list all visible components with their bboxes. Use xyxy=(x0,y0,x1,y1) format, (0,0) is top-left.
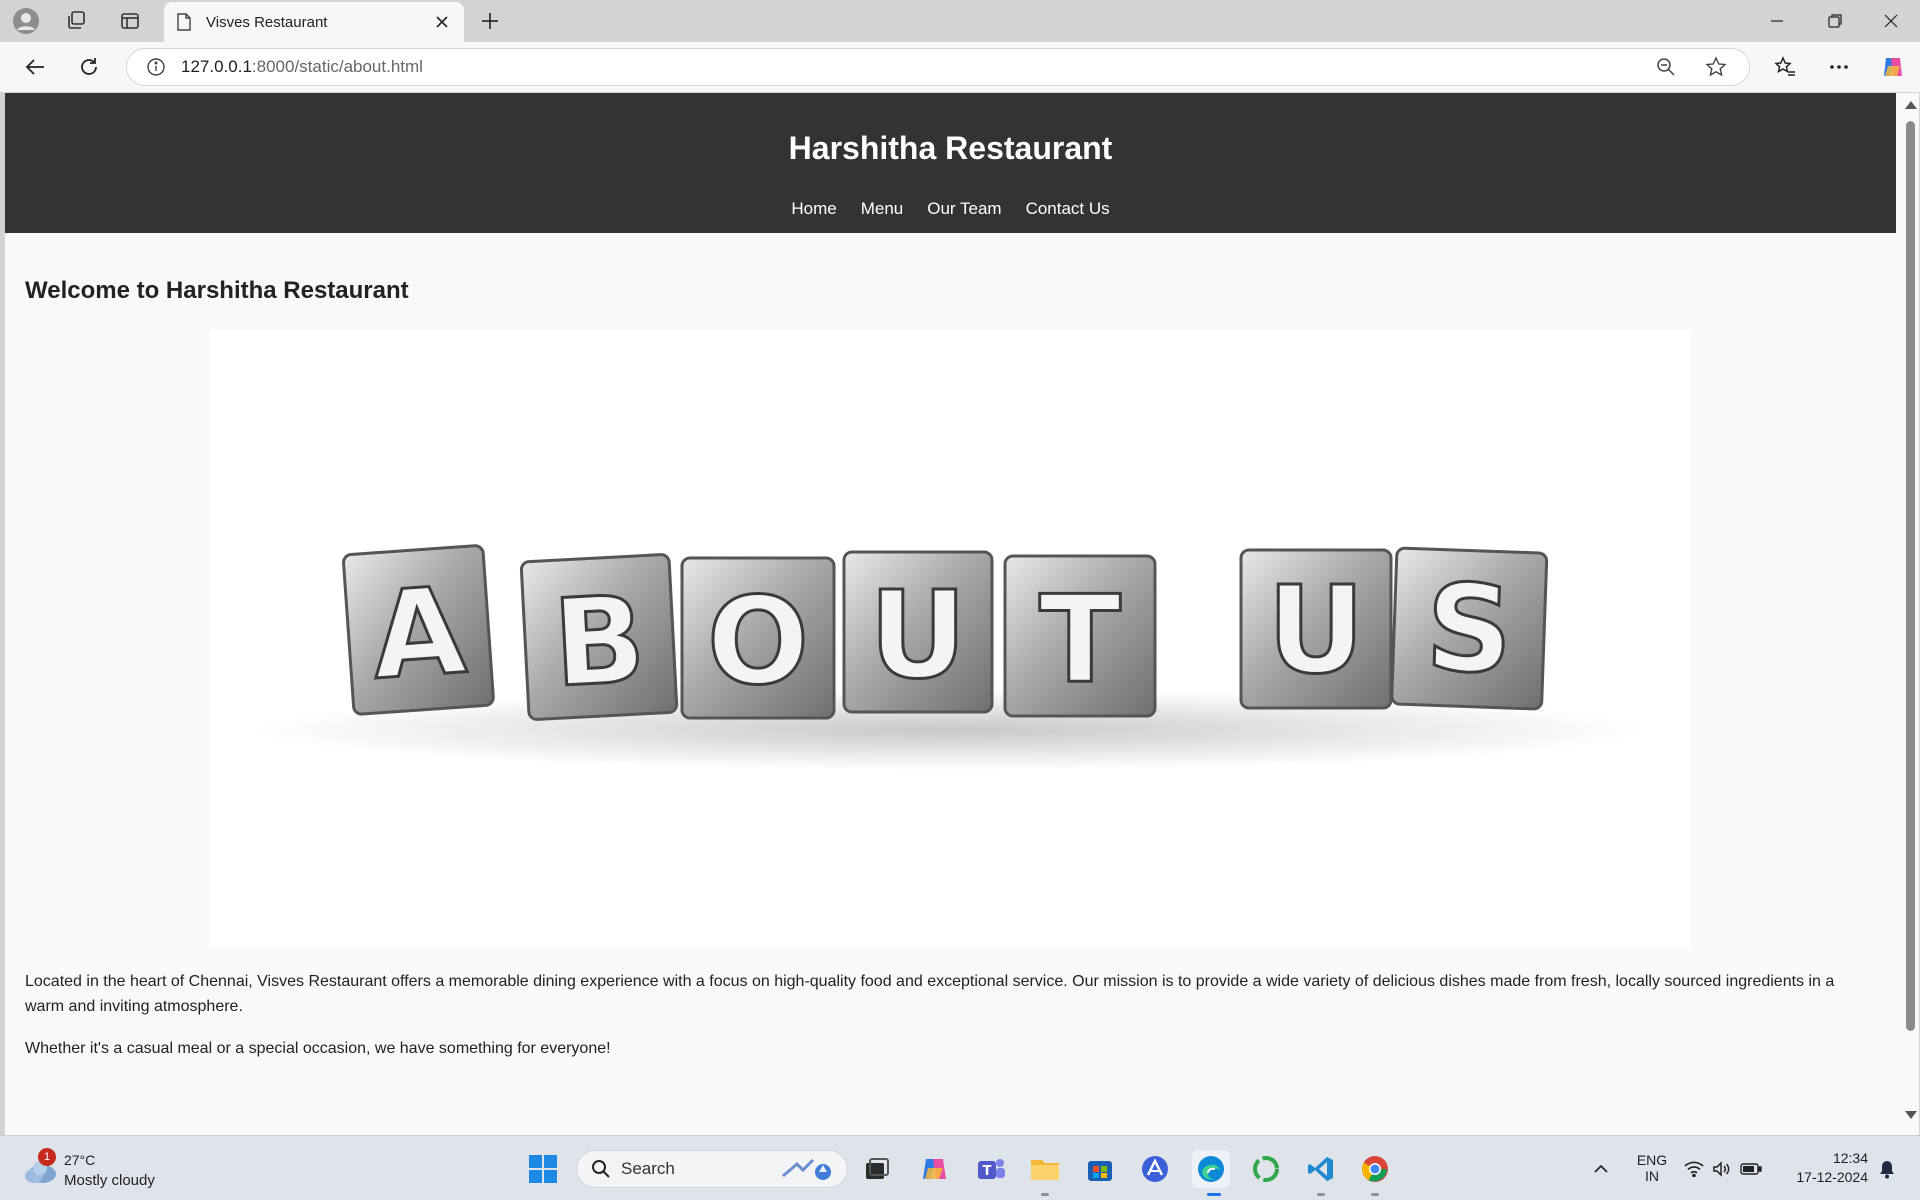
svg-text:U: U xyxy=(1267,562,1364,701)
nav-our-team-link[interactable]: Our Team xyxy=(927,199,1001,219)
nav-contact-us-link[interactable]: Contact Us xyxy=(1026,199,1110,219)
scroll-thumb[interactable] xyxy=(1906,121,1915,1031)
circle-app-icon[interactable] xyxy=(1247,1150,1285,1188)
weather-condition: Mostly cloudy xyxy=(64,1172,155,1189)
windows-taskbar: 1 27°C Mostly cloudy Search T ENG IN 12:… xyxy=(0,1135,1920,1200)
svg-text:U: U xyxy=(869,567,966,706)
browser-tab-strip: Visves Restaurant xyxy=(0,0,1920,42)
file-explorer-icon[interactable] xyxy=(1026,1150,1064,1188)
svg-text:T: T xyxy=(983,1164,992,1179)
minimize-button[interactable] xyxy=(1748,0,1806,42)
about-us-image: A B O U T U S xyxy=(210,330,1691,948)
site-nav: Home Menu Our Team Contact Us xyxy=(5,199,1896,219)
taskbar-search[interactable]: Search xyxy=(576,1150,848,1188)
intro-paragraph: Located in the heart of Chennai, Visves … xyxy=(25,973,1835,1015)
wifi-icon xyxy=(1684,1161,1704,1177)
notification-bell-icon[interactable] xyxy=(1868,1150,1906,1188)
svg-text:O: O xyxy=(707,573,809,712)
new-tab-button[interactable] xyxy=(474,6,506,36)
nav-menu-link[interactable]: Menu xyxy=(861,199,904,219)
weather-widget[interactable]: 1 27°C Mostly cloudy xyxy=(22,1148,172,1192)
volume-icon xyxy=(1712,1161,1732,1177)
copilot-icon[interactable] xyxy=(1876,51,1910,83)
active-indicator xyxy=(1207,1193,1221,1196)
show-hidden-icons-chevron-icon[interactable] xyxy=(1582,1150,1620,1188)
teams-icon[interactable]: T xyxy=(972,1150,1010,1188)
chrome-icon[interactable] xyxy=(1356,1150,1394,1188)
weather-badge: 1 xyxy=(38,1148,56,1166)
running-indicator-vscode xyxy=(1317,1193,1325,1196)
more-options-icon[interactable] xyxy=(1822,51,1856,83)
system-tray-status[interactable] xyxy=(1678,1150,1768,1188)
task-view-icon[interactable] xyxy=(858,1150,896,1188)
site-header: Harshitha Restaurant Home Menu Our Team … xyxy=(5,93,1896,233)
back-button[interactable] xyxy=(18,51,52,83)
page-viewport: Harshitha Restaurant Home Menu Our Team … xyxy=(5,93,1919,1135)
arc-app-icon[interactable] xyxy=(1136,1150,1174,1188)
zoom-out-icon[interactable] xyxy=(1649,52,1683,82)
close-window-button[interactable] xyxy=(1862,0,1920,42)
tab-title: Visves Restaurant xyxy=(206,13,328,31)
about-cubes: A B O U T U S xyxy=(342,544,1549,721)
region-code: IN xyxy=(1645,1168,1659,1184)
language-indicator[interactable]: ENG IN xyxy=(1634,1152,1670,1184)
running-indicator-chrome xyxy=(1371,1193,1379,1196)
clock-time: 12:34 xyxy=(1832,1150,1868,1166)
nav-home-link[interactable]: Home xyxy=(791,199,836,219)
url-text[interactable]: 127.0.0.1:8000/static/about.html xyxy=(181,57,1649,77)
scroll-down-arrow[interactable] xyxy=(1905,1111,1917,1119)
copilot-app-icon[interactable] xyxy=(916,1150,954,1188)
occasion-paragraph: Whether it's a casual meal or a special … xyxy=(25,1040,611,1057)
page-icon xyxy=(176,13,192,31)
svg-text:A: A xyxy=(368,562,470,707)
svg-text:S: S xyxy=(1424,559,1515,701)
browser-toolbar: 127.0.0.1:8000/static/about.html xyxy=(0,42,1920,92)
search-highlight-icon xyxy=(779,1156,837,1182)
workspaces-icon[interactable] xyxy=(60,6,92,36)
svg-text:B: B xyxy=(550,571,649,715)
edge-browser-icon[interactable] xyxy=(1192,1150,1230,1188)
clock[interactable]: 12:34 17-12-2024 xyxy=(1778,1150,1868,1185)
vscode-icon[interactable] xyxy=(1302,1150,1340,1188)
vertical-tabs-icon[interactable] xyxy=(114,6,146,36)
scroll-up-arrow[interactable] xyxy=(1905,101,1917,109)
vertical-scrollbar[interactable] xyxy=(1901,93,1919,1135)
profile-icon[interactable] xyxy=(10,6,42,36)
search-label: Search xyxy=(621,1159,675,1178)
store-icon[interactable] xyxy=(1081,1150,1119,1188)
url-path: :8000/static/about.html xyxy=(251,57,423,76)
close-tab-icon[interactable] xyxy=(432,12,452,32)
battery-icon xyxy=(1740,1162,1762,1176)
language-code: ENG xyxy=(1636,1152,1668,1168)
site-title: Harshitha Restaurant xyxy=(788,130,1113,166)
clock-date: 17-12-2024 xyxy=(1796,1169,1868,1185)
windows-start-icon[interactable] xyxy=(524,1150,562,1188)
tab-visves-restaurant[interactable]: Visves Restaurant xyxy=(164,2,464,42)
svg-text:T: T xyxy=(1039,571,1121,710)
refresh-button[interactable] xyxy=(72,51,106,83)
restore-button[interactable] xyxy=(1806,0,1864,42)
site-info-icon[interactable] xyxy=(145,56,167,78)
welcome-heading: Welcome to Harshitha Restaurant xyxy=(25,277,409,304)
running-indicator xyxy=(1041,1193,1049,1196)
weather-temp: 27°C xyxy=(64,1152,96,1168)
search-icon xyxy=(591,1159,611,1179)
favorite-star-icon[interactable] xyxy=(1699,52,1733,82)
url-host: 127.0.0.1 xyxy=(181,57,252,76)
favorites-icon[interactable] xyxy=(1768,51,1802,83)
address-bar[interactable]: 127.0.0.1:8000/static/about.html xyxy=(126,48,1750,86)
